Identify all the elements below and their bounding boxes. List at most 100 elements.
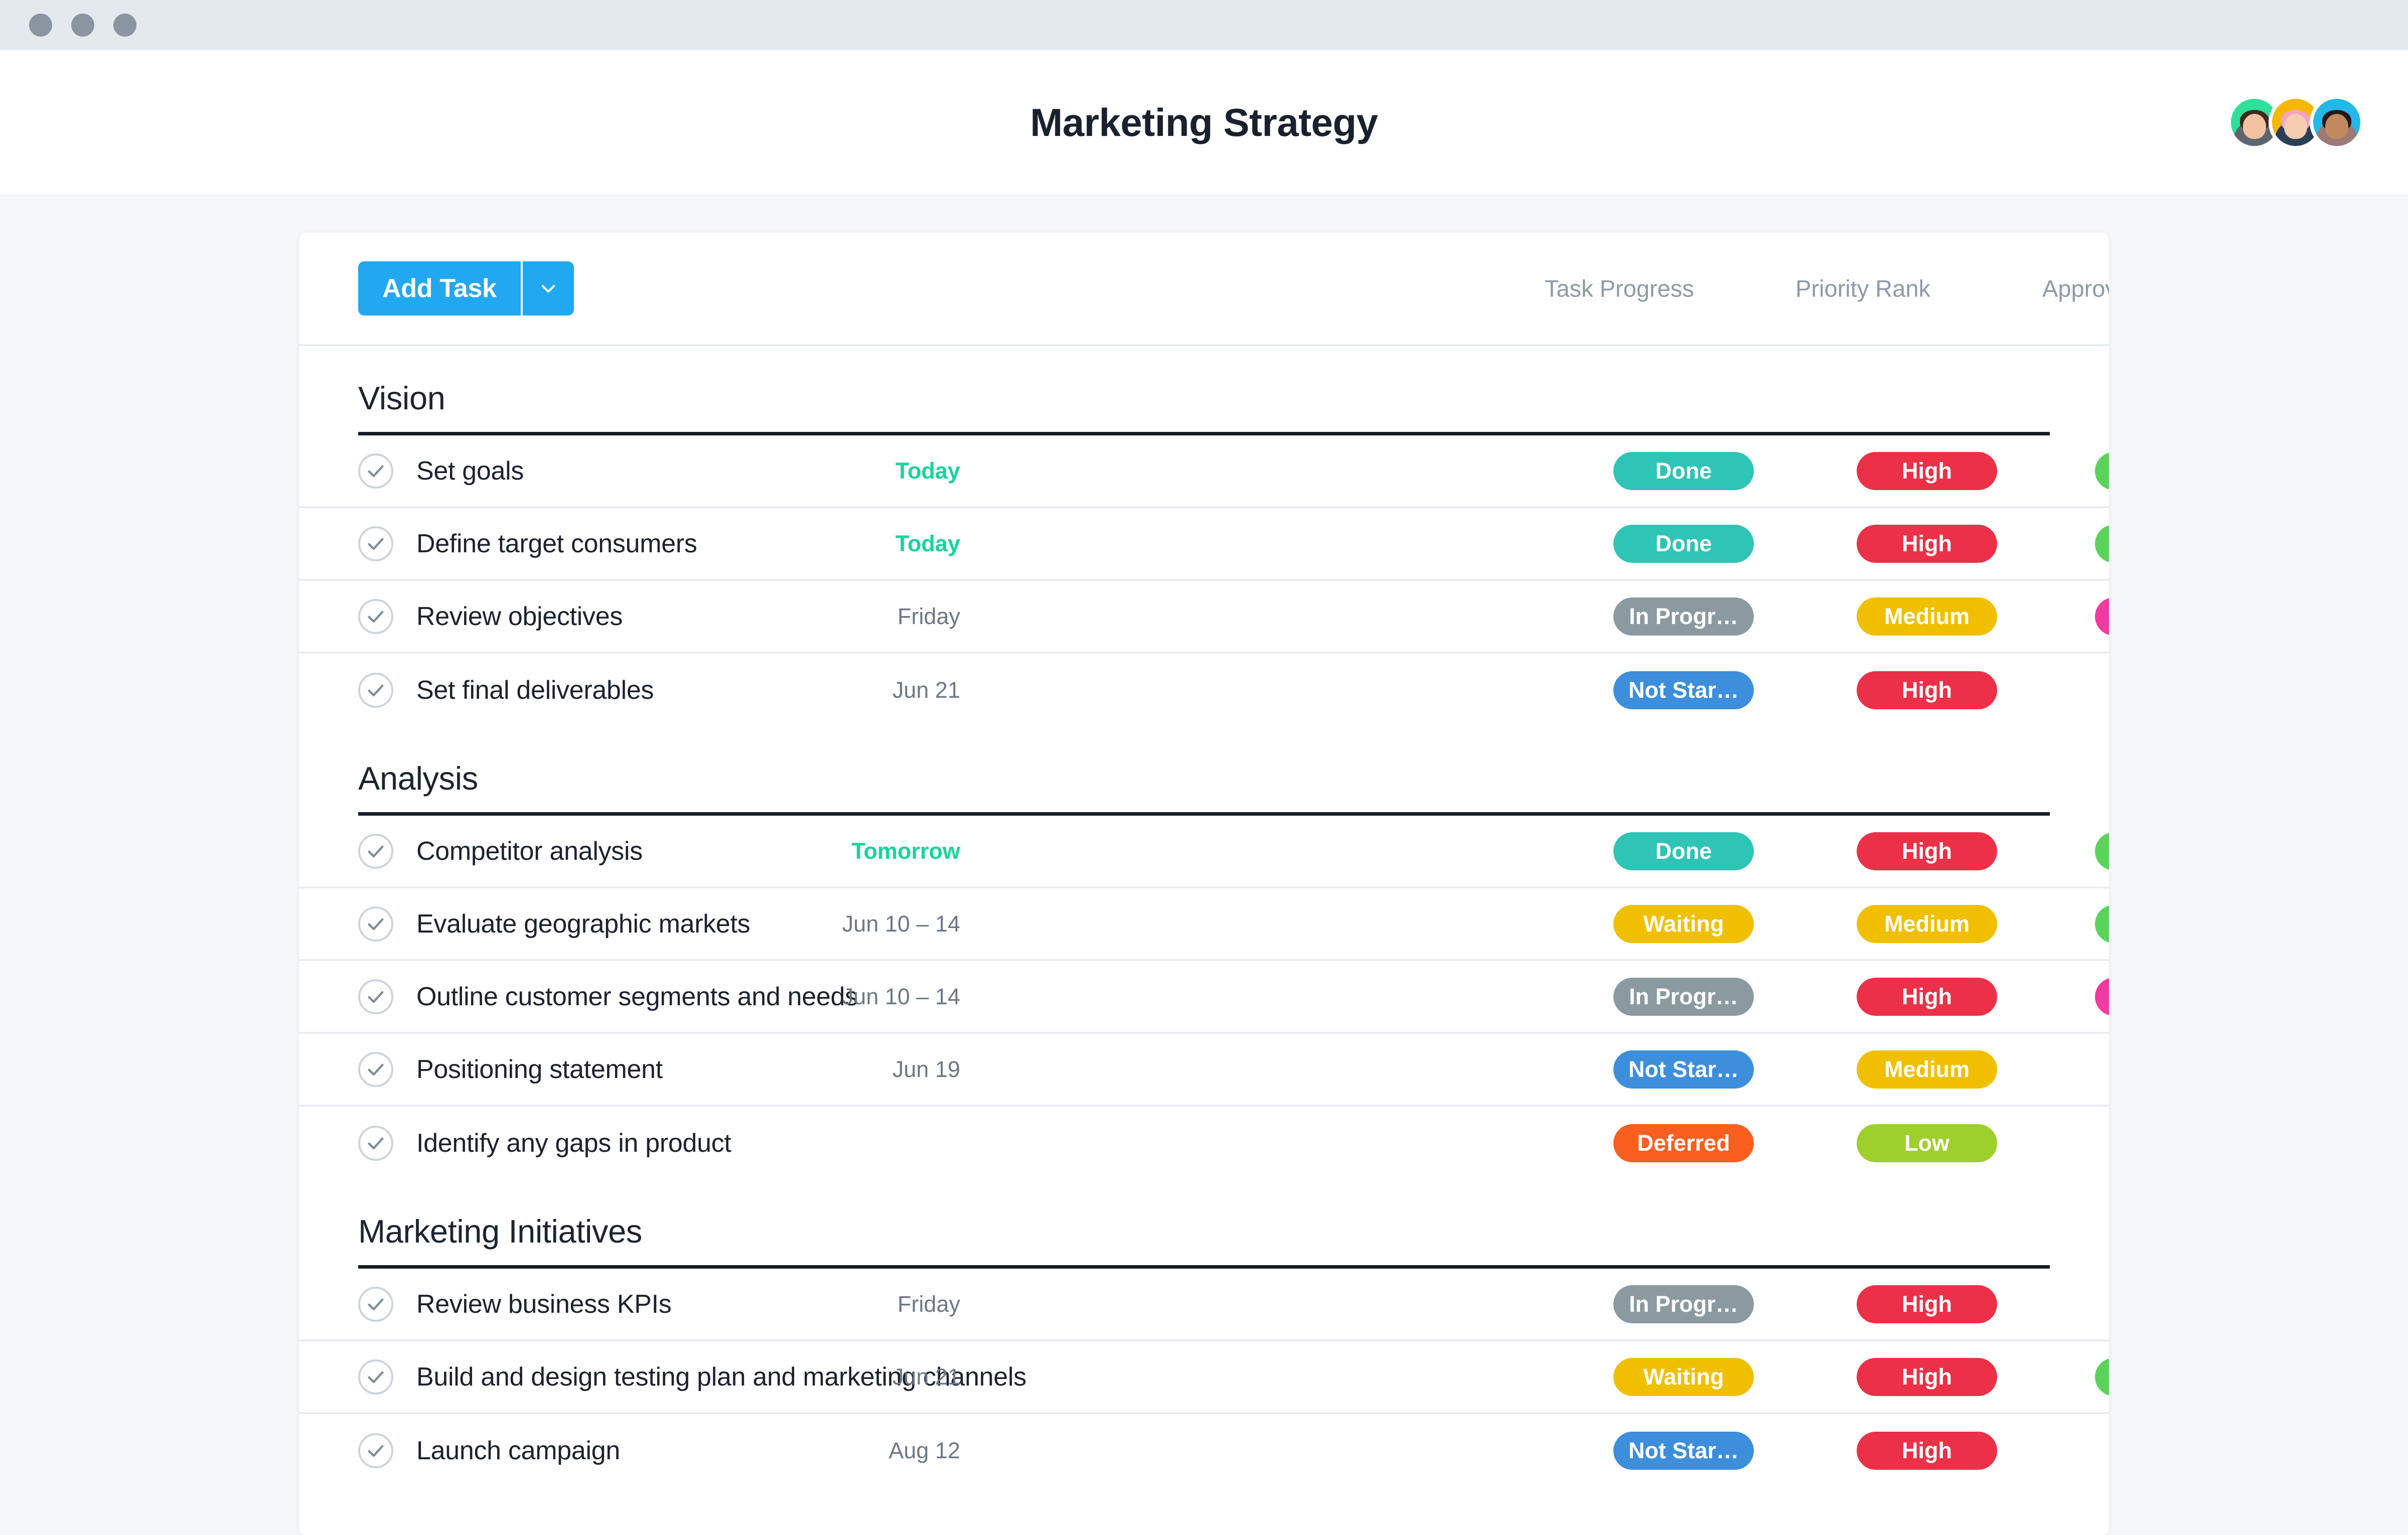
task-name[interactable]: Review business KPIs [416,1289,672,1319]
check-circle-icon[interactable] [358,833,393,869]
minimize-dot[interactable] [71,14,94,37]
task-due-date[interactable]: Jun 21 [892,1364,960,1390]
table-row[interactable]: Identify any gaps in product Deferred Low — [299,1107,2109,1179]
priority-rank-badge-cell: Medium [1857,904,1997,943]
approved-badge[interactable]: Yes [2095,1357,2109,1396]
task-name[interactable]: Review objectives [416,601,623,632]
task-due-date[interactable]: Jun 10 – 14 [842,984,960,1010]
table-row[interactable]: Set final deliverables Jun 21 Not Star… Hig… [299,654,2109,726]
task-progress-badge[interactable]: Done [1613,832,1754,870]
table-row[interactable]: Outline customer segments and needs Jun 1… [299,961,2109,1034]
add-task-split-button: Add Task [358,261,574,316]
check-circle-icon[interactable] [358,1433,393,1468]
close-dot[interactable] [29,14,52,37]
task-progress-badge-cell: Done [1613,832,1754,870]
task-due-date[interactable]: Today [895,531,960,557]
task-progress-badge-cell: In Progr… [1613,977,1754,1016]
task-progress-badge[interactable]: Waiting [1613,1357,1754,1396]
check-circle-icon[interactable] [358,979,393,1014]
approved-badge-cell: — [2095,1056,2109,1083]
check-circle-icon[interactable] [358,598,393,634]
priority-rank-badge[interactable]: High [1857,451,1997,490]
task-name[interactable]: Set final deliverables [416,675,654,705]
approved-badge-cell: No [2095,977,2109,1016]
priority-rank-badge[interactable]: Medium [1857,1050,1997,1089]
task-progress-badge[interactable]: In Progr… [1613,597,1754,636]
priority-rank-badge[interactable]: Low [1857,1124,1997,1162]
add-task-dropdown-button[interactable] [520,261,574,316]
maximize-dot[interactable] [113,14,136,37]
task-due-date[interactable]: Friday [897,1291,960,1317]
task-name[interactable]: Identify any gaps in product [416,1128,731,1158]
task-progress-badge-cell: In Progr… [1613,1285,1754,1323]
task-progress-badge[interactable]: Done [1613,451,1754,490]
task-name[interactable]: Define target consumers [416,529,697,559]
task-due-date[interactable]: Today [895,458,960,484]
table-row[interactable]: Competitor analysis Tomorrow Done High Yes [299,816,2109,888]
priority-rank-badge-cell: High [1857,977,1997,1016]
section-divider [358,432,2050,435]
table-row[interactable]: Evaluate geographic markets Jun 10 – 14 Wa… [299,888,2109,961]
task-due-date[interactable]: Jun 21 [892,677,960,703]
table-row[interactable]: Review business KPIs Friday In Progr… High — [299,1269,2109,1341]
approved-badge[interactable]: No [2095,597,2109,636]
task-name[interactable]: Outline customer segments and needs [416,982,858,1012]
task-due-date[interactable]: Tomorrow [851,838,960,864]
task-progress-badge[interactable]: Not Star… [1613,671,1754,709]
priority-rank-badge[interactable]: Medium [1857,597,1997,636]
avatar-face [2325,114,2348,139]
task-progress-badge[interactable]: Not Star… [1613,1050,1754,1089]
task-name[interactable]: Positioning statement [416,1054,663,1085]
table-row[interactable]: Set goals Today Done High Yes [299,435,2109,508]
table-row[interactable]: Launch campaign Aug 12 Not Star… High — [299,1414,2109,1487]
check-circle-icon[interactable] [358,906,393,942]
task-due-date[interactable]: Friday [897,603,960,630]
priority-rank-badge[interactable]: High [1857,832,1997,870]
priority-rank-badge-cell: High [1857,524,1997,563]
approved-badge[interactable]: Yes [2095,904,2109,943]
task-due-date[interactable]: Aug 12 [888,1438,960,1464]
approved-badge-cell: — [2095,1291,2109,1317]
task-progress-badge-cell: Done [1613,451,1754,490]
check-circle-icon[interactable] [358,672,393,708]
task-name[interactable]: Set goals [416,456,524,486]
task-progress-badge-cell: Done [1613,524,1754,563]
check-circle-icon[interactable] [358,1359,393,1395]
check-circle-icon[interactable] [358,1286,393,1322]
task-sections: VisionSet goalsTodayDoneHighYesDefine ta… [299,346,2109,1487]
table-row[interactable]: Define target consumers Today Done High Yes [299,508,2109,581]
chevron-down-icon [541,285,555,293]
priority-rank-badge-cell: High [1857,1285,1997,1323]
check-circle-icon[interactable] [358,453,393,489]
task-progress-badge[interactable]: In Progr… [1613,977,1754,1016]
check-circle-icon[interactable] [358,1125,393,1161]
priority-rank-badge[interactable]: High [1857,1431,1997,1470]
task-due-date[interactable]: Jun 19 [892,1056,960,1083]
task-progress-badge[interactable]: Not Star… [1613,1431,1754,1470]
task-due-date[interactable]: Jun 10 – 14 [842,911,960,937]
priority-rank-badge[interactable]: High [1857,671,1997,709]
check-circle-icon[interactable] [358,526,393,561]
task-name[interactable]: Evaluate geographic markets [416,909,750,939]
priority-rank-badge[interactable]: High [1857,1285,1997,1323]
check-circle-icon[interactable] [358,1051,393,1087]
task-progress-badge[interactable]: Waiting [1613,904,1754,943]
table-row[interactable]: Positioning statement Jun 19 Not Star… Medi… [299,1034,2109,1107]
approved-badge[interactable]: Yes [2095,451,2109,490]
add-task-button[interactable]: Add Task [358,261,521,316]
task-progress-badge[interactable]: Deferred [1613,1124,1754,1162]
task-progress-badge[interactable]: In Progr… [1613,1285,1754,1323]
avatar[interactable] [2310,95,2364,149]
priority-rank-badge[interactable]: Medium [1857,904,1997,943]
approved-badge[interactable]: Yes [2095,832,2109,870]
priority-rank-badge[interactable]: High [1857,1357,1997,1396]
task-progress-badge[interactable]: Done [1613,524,1754,563]
approved-badge[interactable]: Yes [2095,524,2109,563]
table-row[interactable]: Build and design testing plan and market… [299,1341,2109,1414]
priority-rank-badge[interactable]: High [1857,977,1997,1016]
priority-rank-badge[interactable]: High [1857,524,1997,563]
table-row[interactable]: Review objectives Friday In Progr… Medium No [299,581,2109,654]
approved-badge[interactable]: No [2095,977,2109,1016]
task-name[interactable]: Launch campaign [416,1436,620,1466]
task-name[interactable]: Competitor analysis [416,836,643,866]
